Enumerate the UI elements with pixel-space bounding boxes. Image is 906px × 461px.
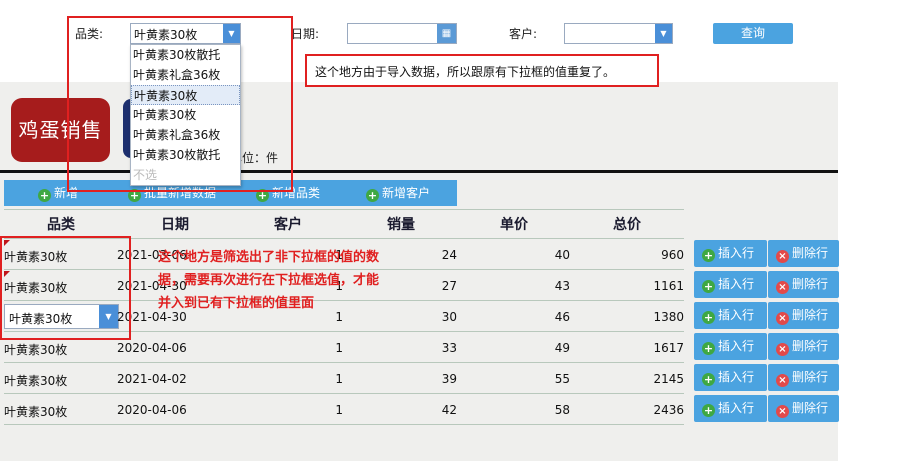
query-button[interactable]: 查询 [713,23,793,44]
table-cell-category[interactable]: 叶黄素30枚 [4,341,67,358]
insert-row-label: 插入行 [718,246,755,260]
table-cell-category[interactable]: 叶黄素30枚 [4,372,67,389]
table-cell-quantity[interactable]: 30 [397,310,457,324]
delete-row-button[interactable]: × 删除行 [768,271,839,298]
table-cell-price[interactable]: 55 [510,372,570,386]
table-cell-price[interactable]: 46 [510,310,570,324]
delete-row-label: 删除行 [792,339,829,353]
annotation-note-table: 这个地方是筛选出了非下拉框的值的数据，需要再次进行在下拉框选值，才能并入到已有下… [158,250,380,311]
column-header-date: 日期 [161,217,189,233]
annotation-box-cells [0,236,131,340]
table-cell-date[interactable]: 2020-04-06 [117,341,187,355]
insert-row-button[interactable]: + 插入行 [694,395,767,422]
close-icon: × [776,405,789,418]
date-filter-label: 日期: [291,27,320,41]
delete-row-button[interactable]: × 删除行 [768,302,839,329]
plus-icon: + [366,189,379,202]
insert-row-label: 插入行 [718,339,755,353]
insert-row-label: 插入行 [718,277,755,291]
table-cell-customer[interactable]: 1 [283,372,343,386]
close-icon: × [776,281,789,294]
insert-row-label: 插入行 [718,401,755,415]
column-header-quantity: 销量 [387,217,415,233]
table-cell-price[interactable]: 43 [510,279,570,293]
table-cell-price[interactable]: 49 [510,341,570,355]
annotation-note-top: 这个地方由于导入数据，所以跟原有下拉框的值重复了。 [305,54,659,87]
table-cell-price[interactable]: 58 [510,403,570,417]
insert-row-label: 插入行 [718,370,755,384]
add-customer-button[interactable]: + 新增客户 [344,180,457,206]
date-filter-input[interactable]: ▦ [347,23,457,44]
customer-filter-select[interactable]: ▼ [564,23,673,44]
insert-row-label: 插入行 [718,308,755,322]
table-cell-total[interactable]: 1161 [624,279,684,293]
table-cell-category[interactable]: 叶黄素30枚 [4,403,67,420]
delete-row-label: 删除行 [792,370,829,384]
annotation-box-dropdown [67,16,293,192]
divider [4,362,684,363]
delete-row-label: 删除行 [792,277,829,291]
close-icon: × [776,374,789,387]
table-cell-total[interactable]: 1617 [624,341,684,355]
table-cell-total[interactable]: 960 [624,248,684,262]
divider [4,393,684,394]
table-cell-total[interactable]: 1380 [624,310,684,324]
insert-row-button[interactable]: + 插入行 [694,271,767,298]
plus-icon: + [702,280,715,293]
column-header-customer: 客户 [274,217,302,233]
close-icon: × [776,343,789,356]
column-header-total: 总价 [613,217,641,233]
table-cell-date[interactable]: 2021-04-02 [117,372,187,386]
table-cell-quantity[interactable]: 33 [397,341,457,355]
delete-row-button[interactable]: × 删除行 [768,240,839,267]
plus-icon: + [702,404,715,417]
close-icon: × [776,250,789,263]
table-cell-total[interactable]: 2145 [624,372,684,386]
delete-row-button[interactable]: × 删除行 [768,364,839,391]
insert-row-button[interactable]: + 插入行 [694,364,767,391]
customer-filter-label: 客户: [509,27,538,41]
table-cell-quantity[interactable]: 24 [397,248,457,262]
table-cell-date[interactable]: 2020-04-06 [117,403,187,417]
column-header-price: 单价 [500,217,528,233]
close-icon: × [776,312,789,325]
plus-icon: + [702,249,715,262]
table-cell-price[interactable]: 40 [510,248,570,262]
plus-icon: + [38,189,51,202]
delete-row-label: 删除行 [792,308,829,322]
delete-row-button[interactable]: × 删除行 [768,395,839,422]
plus-icon: + [702,311,715,324]
table-cell-total[interactable]: 2436 [624,403,684,417]
insert-row-button[interactable]: + 插入行 [694,240,767,267]
table-cell-customer[interactable]: 1 [283,403,343,417]
table-cell-quantity[interactable]: 27 [397,279,457,293]
calendar-icon[interactable]: ▦ [437,24,456,43]
plus-icon: + [702,342,715,355]
table-cell-quantity[interactable]: 39 [397,372,457,386]
divider [4,209,684,210]
insert-row-button[interactable]: + 插入行 [694,302,767,329]
chevron-down-icon[interactable]: ▼ [655,24,672,43]
table-cell-customer[interactable]: 1 [283,341,343,355]
delete-row-label: 删除行 [792,401,829,415]
delete-row-button[interactable]: × 删除行 [768,333,839,360]
delete-row-label: 删除行 [792,246,829,260]
add-customer-button-label: 新增客户 [382,186,431,200]
divider [4,424,684,425]
insert-row-button[interactable]: + 插入行 [694,333,767,360]
table-cell-quantity[interactable]: 42 [397,403,457,417]
column-header-category: 品类 [47,217,75,233]
plus-icon: + [702,373,715,386]
